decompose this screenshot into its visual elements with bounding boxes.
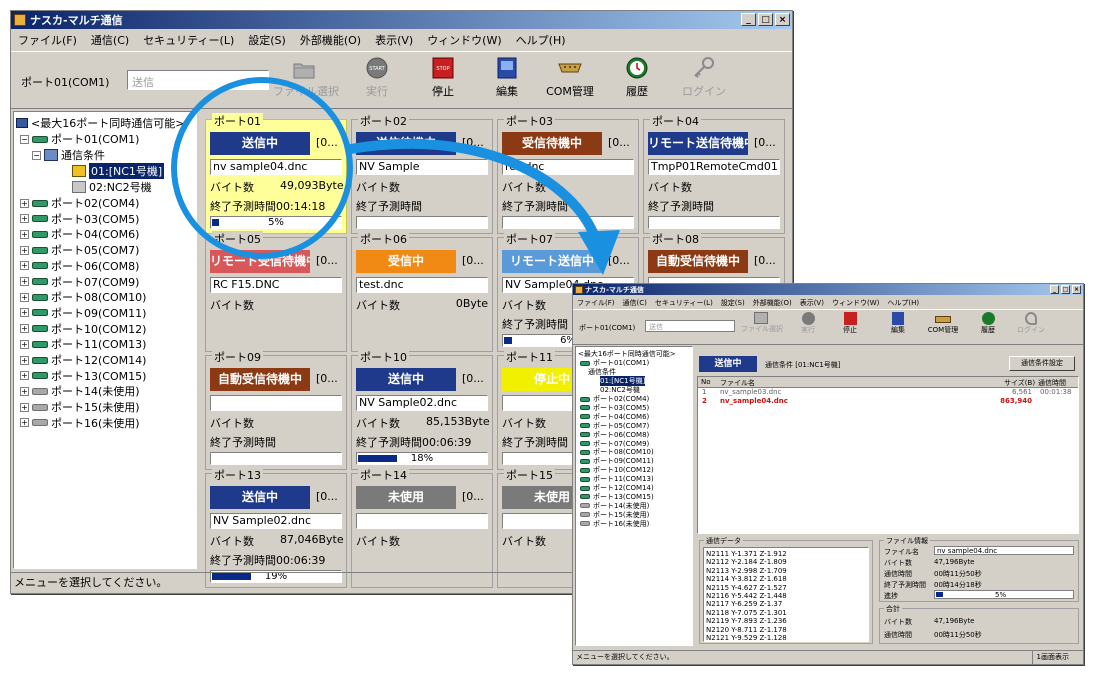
table-row[interactable]: 2 nv_sample04.dnc 863,940 bbox=[698, 397, 1078, 406]
stop-button[interactable]: 停止 bbox=[835, 312, 865, 335]
file-list-header: No ファイル名 サイズ(B) 通信時間 bbox=[698, 377, 1078, 388]
tree-port-item[interactable]: ポート16(未使用) bbox=[580, 519, 649, 529]
menu-security[interactable]: セキュリティー(L) bbox=[651, 298, 717, 308]
comm-line: N2121 Y-9.529 Z-1.128 bbox=[706, 634, 787, 642]
col-filename[interactable]: ファイル名 bbox=[720, 378, 755, 388]
file-info-label: 進捗 bbox=[884, 592, 898, 600]
detail-status: 送信中 bbox=[699, 356, 757, 372]
highlight-circle bbox=[171, 77, 353, 259]
comm-line: N2118 Y-7.075 Z-1.301 bbox=[706, 608, 787, 617]
detail-port-tree: <最大16ポート同時通信可能> ポート01(COM1) 通信条件 01:[NC1… bbox=[575, 346, 693, 646]
maximize-button[interactable]: □ bbox=[1061, 285, 1070, 294]
execute-button[interactable]: 実行 bbox=[793, 312, 823, 335]
file-list: No ファイル名 サイズ(B) 通信時間 1 nv_sample03.dnc 6… bbox=[697, 376, 1079, 534]
edit-button[interactable]: 編集 bbox=[883, 312, 913, 335]
port-icon bbox=[580, 449, 590, 455]
detail-toolbar: ポート01(COM1) 送信 ファイル選択 実行 停止 編集 COM管理 履歴 bbox=[573, 309, 1083, 345]
col-time[interactable]: 通信時間 bbox=[1038, 378, 1066, 388]
total-value: 00時11分50秒 bbox=[934, 631, 982, 639]
file-info-label: 通信時間 bbox=[884, 570, 912, 578]
port-icon bbox=[580, 414, 590, 420]
menu-window[interactable]: ウィンドウ(W) bbox=[828, 298, 883, 308]
port-icon bbox=[580, 458, 590, 464]
port-icon bbox=[580, 405, 590, 411]
comm-line: N2113 Y-2.998 Z-1.709 bbox=[706, 566, 787, 575]
callout-arrow-head bbox=[578, 230, 620, 275]
port-icon bbox=[580, 432, 590, 438]
history-button[interactable]: 履歴 bbox=[973, 312, 1003, 335]
comm-line: N2119 Y-7.893 Z-1.236 bbox=[706, 617, 787, 626]
port-icon bbox=[580, 423, 590, 429]
status-text: メニューを選択してください。 bbox=[576, 653, 674, 661]
file-info-group: ファイル情報 ファイル名 nv sample04.dnc バイト数 47,196… bbox=[879, 536, 1079, 602]
port-icon bbox=[580, 476, 590, 482]
condition-setting-button[interactable]: 通信条件設定 bbox=[1009, 356, 1075, 371]
history-clock-icon bbox=[981, 312, 995, 325]
detail-window: ナスカ-マルチ通信 _ □ × ファイル(F) 通信(C) セキュリティー(L)… bbox=[572, 283, 1084, 665]
start-icon bbox=[801, 312, 815, 325]
port-icon bbox=[580, 360, 590, 366]
file-progress-bar: 5% bbox=[934, 590, 1074, 599]
detail-condition: 通信条件 [01:NC1号機] bbox=[765, 361, 841, 369]
comm-line: N2111 Y-1.371 Z-1.912 bbox=[706, 550, 787, 558]
port-icon bbox=[580, 396, 590, 402]
callout-arrow bbox=[344, 138, 601, 242]
comm-line: N2112 Y-2.184 Z-1.809 bbox=[706, 558, 787, 567]
port-icon bbox=[580, 467, 590, 473]
minimize-button[interactable]: _ bbox=[1050, 285, 1059, 294]
total-label: 通信時間 bbox=[884, 631, 912, 639]
mode-combo-value: 送信 bbox=[649, 323, 663, 331]
comm-line: N2120 Y-8.711 Z-1.178 bbox=[706, 625, 787, 634]
port-icon bbox=[580, 494, 590, 500]
menu-view[interactable]: 表示(V) bbox=[796, 298, 828, 308]
detail-menu-bar: ファイル(F) 通信(C) セキュリティー(L) 設定(S) 外部機能(O) 表… bbox=[573, 297, 1083, 308]
edit-icon bbox=[892, 312, 904, 325]
detail-app-title: ナスカ-マルチ通信 bbox=[585, 285, 644, 294]
total-value: 47,196Byte bbox=[934, 617, 975, 625]
comm-line: N2115 Y-4.627 Z-1.527 bbox=[706, 583, 787, 592]
table-row[interactable]: 1 nv_sample03.dnc 6,561 00:01:38 bbox=[698, 388, 1078, 397]
detail-status-bar: メニューを選択してください。 1画面表示 bbox=[573, 650, 1083, 664]
file-progress-fill bbox=[936, 592, 943, 597]
file-select-button[interactable]: ファイル選択 bbox=[741, 312, 783, 334]
menu-external[interactable]: 外部機能(O) bbox=[749, 298, 796, 308]
mode-combo[interactable]: 送信 bbox=[645, 320, 735, 332]
menu-help[interactable]: ヘルプ(H) bbox=[883, 298, 923, 308]
file-info-label: ファイル名 bbox=[884, 548, 919, 556]
port-icon bbox=[580, 512, 590, 518]
folder-icon bbox=[754, 312, 768, 324]
display-mode: 1画面表示 bbox=[1031, 651, 1069, 664]
comm-data-group: 通信データ N2111 Y-1.371 Z-1.912 N2112 Y-2.184… bbox=[699, 536, 873, 644]
key-icon bbox=[1025, 312, 1037, 325]
comm-data-log: N2111 Y-1.371 Z-1.912 N2112 Y-2.184 Z-1.8… bbox=[703, 547, 869, 642]
file-info-value: 00時11分50秒 bbox=[934, 570, 982, 578]
port-icon bbox=[580, 503, 590, 509]
file-info-value: 00時14分18秒 bbox=[934, 581, 982, 589]
port-icon bbox=[580, 485, 590, 491]
toolbar-port-label: ポート01(COM1) bbox=[579, 324, 636, 332]
comm-line: N2114 Y-3.812 Z-1.618 bbox=[706, 575, 787, 584]
app-icon bbox=[575, 285, 583, 294]
file-info-label: 終了予測時間 bbox=[884, 581, 926, 589]
total-group: 合計 バイト数 47,196Byte 通信時間 00時11分50秒 bbox=[879, 604, 1079, 644]
menu-comm[interactable]: 通信(C) bbox=[619, 298, 651, 308]
stop-icon bbox=[843, 312, 857, 325]
total-label: バイト数 bbox=[884, 618, 912, 626]
col-no[interactable]: No bbox=[701, 378, 711, 386]
file-info-label: バイト数 bbox=[884, 559, 912, 567]
port-icon bbox=[580, 521, 590, 527]
menu-settings[interactable]: 設定(S) bbox=[717, 298, 749, 308]
login-button[interactable]: ログイン bbox=[1013, 312, 1049, 335]
file-info-value: 47,196Byte bbox=[934, 558, 975, 566]
comm-line: N2117 Y-6.259 Z-1.37 bbox=[706, 600, 783, 609]
col-size[interactable]: サイズ(B) bbox=[1004, 378, 1035, 388]
port-icon bbox=[580, 441, 590, 446]
comm-line: N2116 Y-5.442 Z-1.448 bbox=[706, 592, 787, 600]
file-info-name-field: nv sample04.dnc bbox=[934, 546, 1074, 555]
menu-file[interactable]: ファイル(F) bbox=[573, 298, 619, 308]
close-button[interactable]: × bbox=[1072, 285, 1081, 294]
com-manage-button[interactable]: COM管理 bbox=[921, 312, 965, 335]
com-port-icon bbox=[935, 316, 951, 323]
detail-title-bar: ナスカ-マルチ通信 _ □ × bbox=[573, 284, 1083, 295]
